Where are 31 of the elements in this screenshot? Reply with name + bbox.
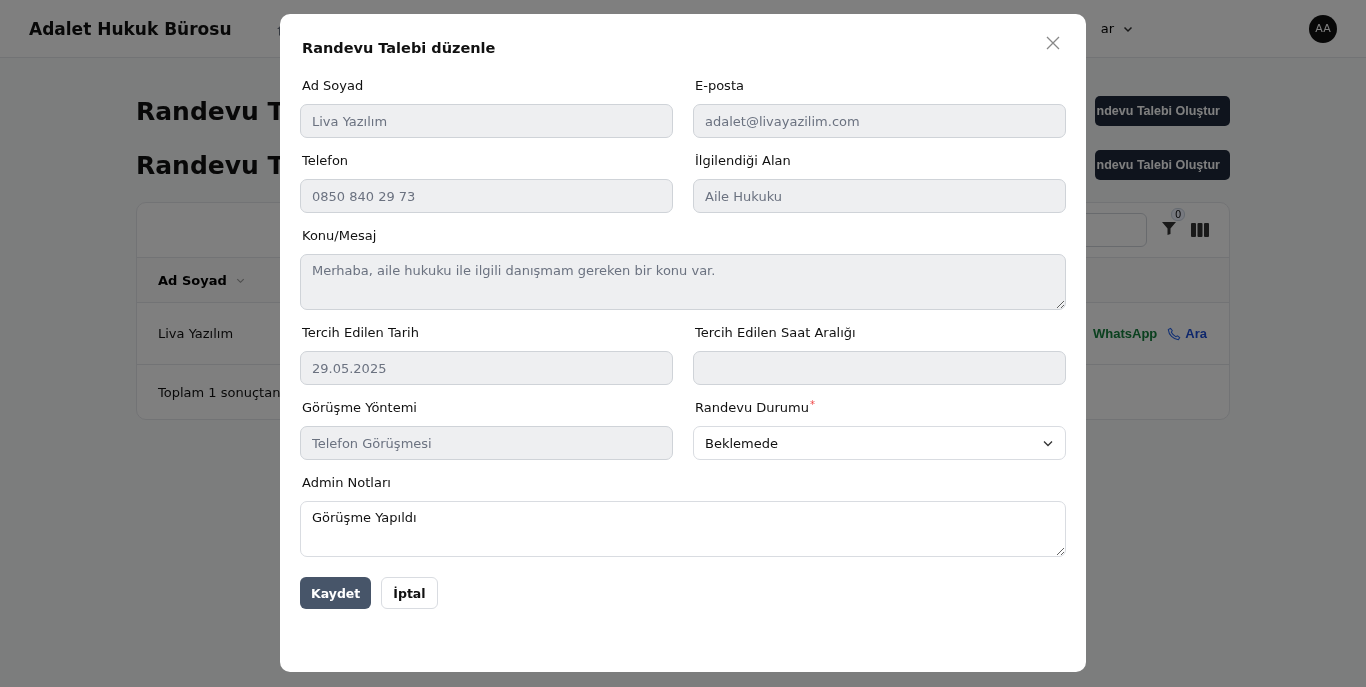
field-label: Konu/Mesaj: [302, 228, 377, 243]
table-cell: Liva Yazılım: [158, 326, 234, 341]
field-label: Admin Notları: [302, 475, 391, 490]
field-label: Tercih Edilen Saat Aralığı: [695, 325, 856, 340]
result-count: Toplam 1 sonuçtan: [158, 384, 281, 400]
create-button[interactable]: ndevu Talebi Oluştur: [1094, 96, 1230, 126]
field-label: Telefon: [302, 153, 349, 168]
field-label: Ad Soyad: [302, 78, 364, 93]
save-button[interactable]: Kaydet: [300, 577, 372, 609]
text-area[interactable]: Görüşme Yapıldı: [300, 501, 1066, 557]
phone-icon: [1167, 326, 1182, 341]
whatsapp-link[interactable]: WhatsApp: [1093, 326, 1158, 341]
cancel-button[interactable]: İptal: [381, 577, 438, 609]
create-button[interactable]: ndevu Talebi Oluştur: [1094, 150, 1230, 180]
field-label: İlgilendiği Alan: [695, 153, 791, 168]
field-label: Randevu Durumu: [695, 400, 809, 415]
brand-name: Adalet Hukuk Bürosu: [29, 18, 232, 39]
required-mark: *: [810, 400, 815, 410]
close-icon[interactable]: [1046, 36, 1060, 50]
nav-menu[interactable]: ar: [1100, 21, 1134, 36]
field-label: Tercih Edilen Tarih: [302, 325, 419, 340]
columns-icon[interactable]: [1191, 223, 1209, 237]
filter-icon[interactable]: [1161, 220, 1177, 236]
field-label: E-posta: [695, 78, 744, 93]
avatar[interactable]: AA: [1309, 14, 1337, 43]
field-label: Görüşme Yöntemi: [302, 400, 417, 415]
column-header[interactable]: Ad Soyad: [158, 272, 246, 288]
call-link[interactable]: Ara: [1167, 326, 1207, 341]
dialog-title: Randevu Talebi düzenle: [302, 40, 496, 56]
select-field[interactable]: Beklemede: [693, 426, 1066, 460]
filter-count-badge: 0: [1171, 208, 1186, 221]
